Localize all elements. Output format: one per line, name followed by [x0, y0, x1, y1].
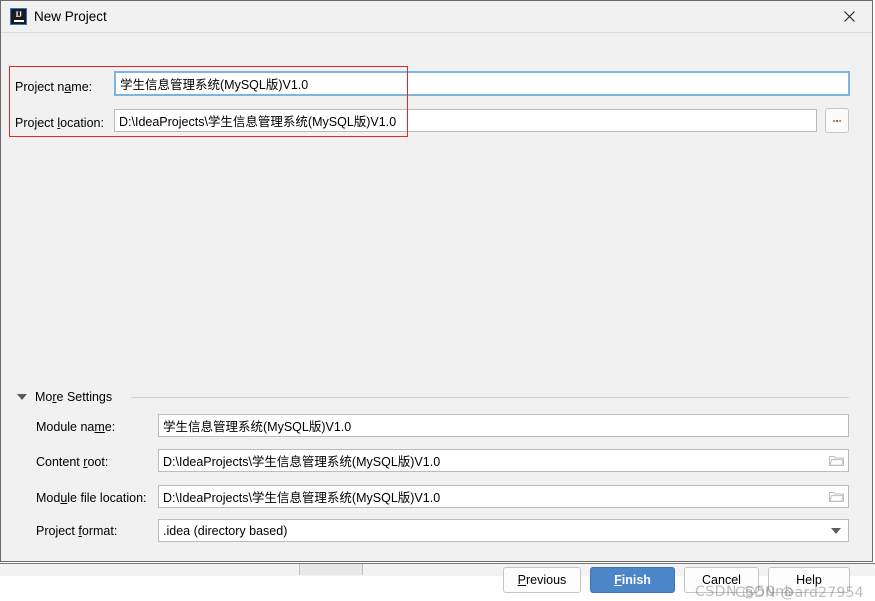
- taskbar-item[interactable]: [299, 564, 363, 575]
- project-name-input[interactable]: 学生信息管理系统(MySQL版)V1.0: [114, 71, 850, 96]
- content-root-input[interactable]: D:\IdeaProjects\学生信息管理系统(MySQL版)V1.0: [158, 449, 849, 472]
- project-format-select[interactable]: .idea (directory based): [158, 519, 849, 542]
- chevron-down-icon[interactable]: [826, 522, 846, 540]
- project-location-label: Project location:: [15, 116, 104, 130]
- intellij-idea-icon: IJ: [10, 8, 27, 25]
- more-settings-toggle[interactable]: More Settings: [17, 388, 112, 406]
- module-file-location-input[interactable]: D:\IdeaProjects\学生信息管理系统(MySQL版)V1.0: [158, 485, 849, 508]
- project-format-label: Project format:: [36, 524, 118, 538]
- more-settings-divider: [131, 397, 849, 398]
- app-icon-text: IJ: [15, 9, 22, 19]
- module-name-label: Module name:: [36, 420, 116, 434]
- content-root-value: D:\IdeaProjects\学生信息管理系统(MySQL版)V1.0: [163, 455, 441, 469]
- project-format-value: .idea (directory based): [163, 523, 288, 538]
- content-root-label: Content root:: [36, 455, 109, 469]
- cancel-button[interactable]: Cancel: [684, 567, 759, 593]
- chevron-down-icon: [17, 394, 27, 400]
- module-file-location-value: D:\IdeaProjects\学生信息管理系统(MySQL版)V1.0: [163, 491, 441, 505]
- close-icon[interactable]: [826, 1, 872, 31]
- ellipsis-icon: [833, 119, 841, 122]
- project-location-input[interactable]: D:\IdeaProjects\学生信息管理系统(MySQL版)V1.0: [114, 109, 817, 132]
- module-file-location-label: Module file location:: [36, 491, 147, 505]
- folder-icon[interactable]: [826, 488, 846, 506]
- folder-icon[interactable]: [826, 452, 846, 470]
- dialog-body: Project name: 学生信息管理系统(MySQL版)V1.0 Proje…: [1, 33, 872, 601]
- finish-button[interactable]: Finish: [590, 567, 675, 593]
- help-button[interactable]: Help: [768, 567, 850, 593]
- module-name-input[interactable]: 学生信息管理系统(MySQL版)V1.0: [158, 414, 849, 437]
- app-icon-bar: [13, 20, 24, 23]
- more-settings-label: More Settings: [35, 390, 113, 404]
- browse-folder-button[interactable]: [825, 108, 849, 133]
- window-title: New Project: [34, 9, 107, 24]
- dialog-title-bar[interactable]: IJ New Project: [1, 1, 872, 33]
- new-project-dialog: IJ New Project Project name: 学生信息管理系统(My…: [0, 0, 873, 601]
- previous-button[interactable]: Previous: [503, 567, 581, 593]
- project-name-label: Project name:: [15, 80, 93, 94]
